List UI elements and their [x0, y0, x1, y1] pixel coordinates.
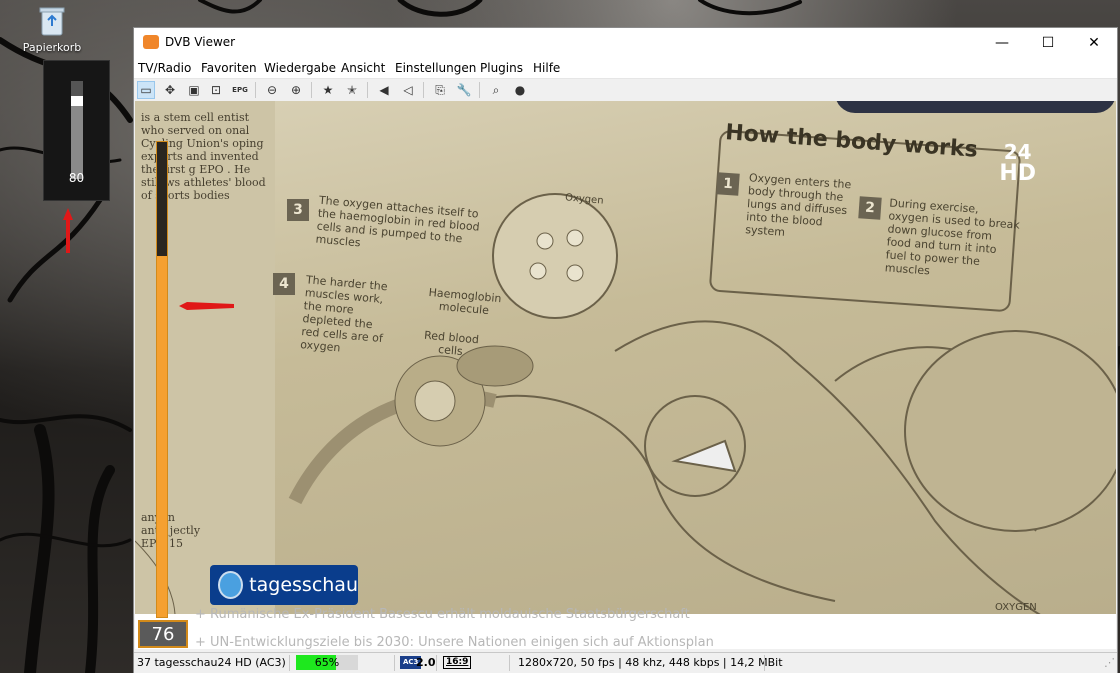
toolbar-search-icon[interactable]: ⌕	[487, 81, 505, 99]
dvb-viewer-window: DVB Viewer — ☐ ✕ TV/Radio Favoriten Wied…	[133, 27, 1118, 673]
audio-channels: 2.0	[416, 656, 436, 669]
step-1-badge: 1	[716, 172, 740, 196]
toolbar-window-icon[interactable]: ▣	[185, 81, 203, 99]
window-title: DVB Viewer	[165, 35, 236, 49]
tagesschau-logo: tagesschau	[210, 565, 358, 605]
toolbar-volume-down-icon[interactable]: ◀	[375, 81, 393, 99]
signal-strength-text: 65%	[314, 656, 340, 669]
step-3-badge: 3	[287, 199, 309, 221]
volume-value: 80	[68, 171, 85, 185]
status-separator	[764, 655, 765, 671]
toolbar-separator	[367, 82, 368, 98]
step-2-badge: 2	[858, 196, 882, 220]
status-channel: 37 tagesschau24 HD (AC3)	[137, 656, 286, 669]
volume-fill	[71, 101, 83, 179]
menu-wiedergabe[interactable]: Wiedergabe	[264, 61, 336, 75]
ticker-line-2: + UN-Entwicklungsziele bis 2030: Unsere …	[195, 635, 714, 649]
step-2-text: During exercise, oxygen is used to break…	[884, 196, 1021, 278]
menu-favoriten[interactable]: Favoriten	[201, 61, 257, 75]
menu-hilfe[interactable]: Hilfe	[533, 61, 560, 75]
toolbar-record-settings-icon[interactable]: ⎘	[431, 81, 449, 99]
toolbar-osd-icon[interactable]: ⊡	[207, 81, 225, 99]
toolbar-fullscreen-icon[interactable]: ▭	[137, 81, 155, 99]
channel-logo-hd: HD	[999, 161, 1036, 186]
toolbar-volume-up-icon[interactable]: ◁	[399, 81, 417, 99]
maximize-button[interactable]: ☐	[1025, 28, 1071, 58]
video-area[interactable]: is a stem cell entist who served on onal…	[135, 101, 1116, 649]
toolbar-move-icon[interactable]: ✥	[161, 81, 179, 99]
menu-ansicht[interactable]: Ansicht	[341, 61, 385, 75]
menu-einstellungen[interactable]: Einstellungen	[395, 61, 476, 75]
level-bar-fill	[157, 256, 167, 617]
red-arrow-icon	[63, 208, 73, 253]
toolbar-record-icon[interactable]: ●	[511, 81, 529, 99]
dvb-viewer-app-icon	[143, 35, 159, 49]
stream-info: 1280x720, 50 fps | 48 khz, 448 kbps | 14…	[518, 656, 783, 669]
tagesschau-logo-text: tagesschau	[249, 574, 358, 596]
volume-osd: 80	[43, 60, 110, 201]
toolbar-favorite-icon[interactable]: ★	[319, 81, 337, 99]
recycle-bin-icon	[39, 7, 65, 36]
menu-plugins[interactable]: Plugins	[480, 61, 523, 75]
minimize-button[interactable]: —	[979, 28, 1025, 58]
recycle-bin[interactable]: Papierkorb	[20, 6, 84, 54]
toolbar-channel-next-icon[interactable]: ⊕	[287, 81, 305, 99]
step-4-badge: 4	[273, 273, 295, 295]
toolbar-epg-icon[interactable]: EPG	[231, 81, 249, 99]
status-bar: 37 tagesschau24 HD (AC3) 65% AC3 2.0 16:…	[134, 652, 1117, 673]
status-separator	[394, 655, 395, 671]
volume-track[interactable]	[71, 81, 83, 179]
toolbar: ▭ ✥ ▣ ⊡ EPG ⊖ ⊕ ★ ✭ ◀ ◁ ⎘ 🔧 ⌕ ●	[134, 79, 1117, 101]
level-bar	[156, 141, 168, 618]
step-1-text: Oxygen enters the body through the lungs…	[744, 171, 852, 239]
toolbar-separator	[423, 82, 424, 98]
label-red-blood-cells: Red blood cells	[423, 328, 480, 359]
toolbar-separator	[479, 82, 480, 98]
aspect-ratio: 16:9	[443, 656, 472, 669]
tagesschau-globe-icon	[218, 571, 244, 599]
close-button[interactable]: ✕	[1071, 28, 1117, 58]
step-4-text: The harder the muscles work, the more de…	[299, 273, 389, 355]
title-bar[interactable]: DVB Viewer — ☐ ✕	[134, 28, 1117, 58]
menu-tv-radio[interactable]: TV/Radio	[138, 61, 191, 75]
signal-strength: 65%	[296, 655, 358, 670]
ticker-line-1: + Rumänische Ex-Präsident Basescu erhält…	[195, 607, 690, 622]
news-ticker: + Rumänische Ex-Präsident Basescu erhält…	[135, 607, 1116, 649]
red-arrow-icon	[179, 302, 234, 310]
toolbar-separator	[255, 82, 256, 98]
recycle-bin-label: Papierkorb	[22, 41, 82, 54]
channel-logo-number: 24	[1003, 140, 1032, 164]
status-separator	[436, 655, 437, 671]
status-separator	[509, 655, 510, 671]
volume-thumb[interactable]	[71, 96, 83, 106]
toolbar-channel-prev-icon[interactable]: ⊖	[263, 81, 281, 99]
menu-bar: TV/Radio Favoriten Wiedergabe Ansicht Ei…	[134, 58, 1117, 79]
toolbar-separator	[311, 82, 312, 98]
level-value: 76	[138, 620, 188, 648]
status-separator	[289, 655, 290, 671]
label-oxygen-bottom: OXYGEN	[995, 602, 1037, 613]
toolbar-wrench-icon[interactable]: 🔧	[455, 81, 473, 99]
channel-logo: 24 HD	[999, 141, 1036, 185]
resize-grip-icon[interactable]: ⋰	[1104, 656, 1115, 669]
toolbar-favorite-add-icon[interactable]: ✭	[343, 81, 361, 99]
